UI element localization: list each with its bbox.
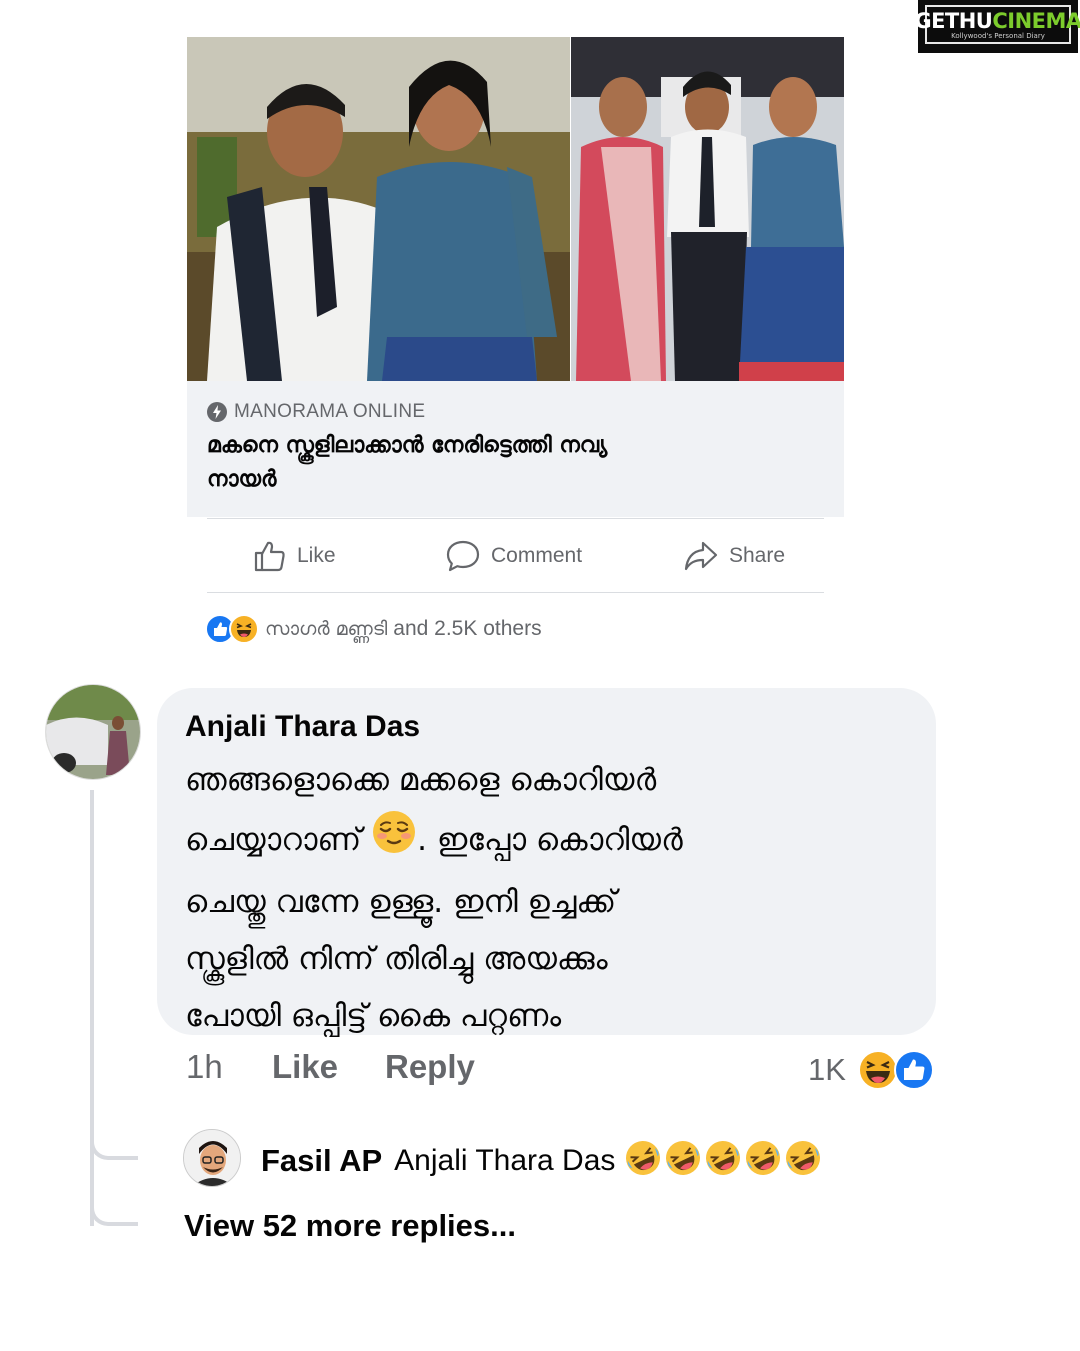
photo-left bbox=[187, 37, 570, 381]
comment-like-button[interactable]: Like bbox=[272, 1048, 338, 1086]
reactions-summary[interactable]: സാഗർ മണ്ണടി and 2.5K others bbox=[205, 614, 542, 644]
thread-line bbox=[90, 790, 94, 1226]
link-preview-meta: MANORAMA ONLINE മകനെ സ്കൂളിലാക്കാൻ നേരിട… bbox=[187, 381, 844, 517]
speech-bubble-icon bbox=[446, 540, 480, 572]
share-label: Share bbox=[729, 544, 786, 567]
share-button[interactable]: Share bbox=[683, 539, 785, 573]
divider-top bbox=[207, 518, 824, 519]
link-source: MANORAMA ONLINE bbox=[207, 401, 824, 423]
photo-right-illustration bbox=[571, 37, 844, 381]
comment-line-2b: . ഇപ്പോ കൊറിയർ bbox=[417, 822, 683, 858]
comment-reply-button[interactable]: Reply bbox=[385, 1048, 475, 1086]
watermark-brand-a: GETHU bbox=[914, 8, 993, 33]
reaction-others: and 2.5K others bbox=[393, 617, 542, 640]
like-label: Like bbox=[297, 544, 336, 567]
headline-line-1: മകനെ സ്കൂളിലാക്കാൻ നേരിട്ടെത്തി നവ്യ bbox=[207, 433, 608, 458]
comment-author[interactable]: Anjali Thara Das bbox=[185, 708, 908, 746]
watermark-brand: GETHUCINEMA bbox=[914, 10, 1080, 32]
rofl-icon bbox=[623, 1138, 663, 1183]
comment-line-1: ഞങ്ങളൊക്കെ മക്കളെ കൊറിയർ bbox=[185, 762, 657, 798]
reply-author[interactable]: Fasil AP bbox=[261, 1143, 382, 1179]
comment-line-2: ചെയ്യാറാണ് . ഇപ്പോ കൊറിയർ bbox=[185, 809, 908, 874]
lightning-icon bbox=[207, 402, 227, 422]
post-action-bar: Like Comment Share bbox=[187, 527, 844, 587]
rofl-icon bbox=[663, 1138, 703, 1183]
avatar-photo bbox=[46, 685, 140, 779]
comment-line-4: സ്കൂളിൽ നിന്ന് തിരിച്ചു അയക്കും bbox=[185, 941, 608, 977]
thread-branch-reply bbox=[90, 1110, 138, 1160]
view-more-replies-link[interactable]: View 52 more replies... bbox=[184, 1208, 516, 1244]
thread-branch-more bbox=[90, 1176, 138, 1226]
comment-timestamp[interactable]: 1h bbox=[186, 1048, 223, 1086]
comment-text: ഞങ്ങളൊക്കെ മക്കളെ കൊറിയർ ചെയ്യാറാണ് . ഇപ… bbox=[185, 752, 908, 1045]
thumbs-up-icon bbox=[254, 541, 285, 572]
photo-right: i bbox=[571, 37, 844, 381]
reaction-first-name: സാഗർ മണ്ണടി bbox=[265, 618, 388, 640]
headline-line-2: നായർ bbox=[207, 467, 277, 492]
haha-icon bbox=[229, 614, 259, 644]
link-headline[interactable]: മകനെ സ്കൂളിലാക്കാൻ നേരിട്ടെത്തി നവ്യ നായ… bbox=[207, 429, 824, 497]
comment-reaction-count[interactable]: 1K bbox=[808, 1052, 846, 1088]
relieved-face-icon bbox=[371, 809, 417, 874]
watermark-brand-b: CINEMA bbox=[992, 8, 1080, 33]
comment-line-3: ചെയ്തു വന്നേ ഉള്ളൂ. ഇനി ഉച്ചക്ക് bbox=[185, 884, 617, 920]
like-icon bbox=[893, 1049, 935, 1096]
comment-button[interactable]: Comment bbox=[445, 539, 582, 573]
source-name: MANORAMA ONLINE bbox=[234, 401, 426, 422]
avatar-cartoon bbox=[184, 1130, 240, 1186]
photo-left-illustration bbox=[187, 37, 570, 381]
share-arrow-icon bbox=[684, 541, 718, 571]
reply-mention[interactable]: Anjali Thara Das bbox=[394, 1144, 615, 1178]
link-preview-card[interactable]: i MANORAMA ONLINE മകനെ സ്കൂളിലാക്കാൻ നേര… bbox=[187, 37, 844, 517]
comment-bubble: Anjali Thara Das ഞങ്ങളൊക്കെ മക്കളെ കൊറിയ… bbox=[157, 688, 936, 1035]
reply-emojis bbox=[623, 1138, 823, 1183]
comment-label: Comment bbox=[491, 544, 583, 567]
divider-bottom bbox=[207, 592, 824, 593]
like-button[interactable]: Like bbox=[253, 539, 336, 573]
comment-reactions[interactable] bbox=[857, 1049, 935, 1096]
watermark-tagline: Kollywood's Personal Diary bbox=[951, 31, 1045, 40]
link-preview-image[interactable]: i bbox=[187, 37, 844, 381]
comment-line-5: പോയി ഒപ്പിട്ട് കൈ പറ്റണം bbox=[185, 998, 562, 1034]
reply-comment: Fasil AP Anjali Thara Das bbox=[261, 1138, 823, 1183]
rofl-icon bbox=[703, 1138, 743, 1183]
watermark-logo: GETHUCINEMA Kollywood's Personal Diary bbox=[914, 0, 1080, 53]
rofl-icon bbox=[783, 1138, 823, 1183]
replier-avatar[interactable] bbox=[183, 1129, 241, 1187]
watermark-frame: GETHUCINEMA Kollywood's Personal Diary bbox=[914, 5, 1080, 44]
commenter-avatar[interactable] bbox=[45, 684, 141, 780]
rofl-icon bbox=[743, 1138, 783, 1183]
comment-line-2a: ചെയ്യാറാണ് bbox=[185, 822, 362, 858]
